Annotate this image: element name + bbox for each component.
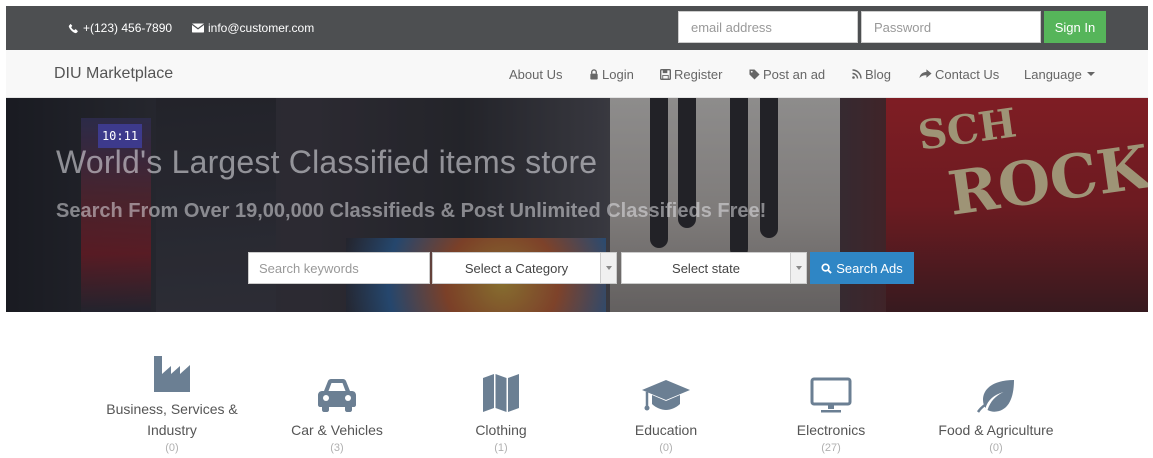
- category-count: (1): [494, 442, 508, 454]
- nav-language-label: Language: [1024, 66, 1082, 82]
- share-arrow-icon: [919, 69, 932, 79]
- nav-register-label: Register: [674, 66, 723, 82]
- nav-contact-us[interactable]: Contact Us: [919, 50, 999, 98]
- graduation-cap-icon: [642, 380, 690, 411]
- map-icon: [483, 374, 519, 412]
- category-name: Business, Services & Industry: [106, 401, 238, 438]
- search-ads-label: Search Ads: [836, 260, 903, 276]
- lock-icon: [590, 68, 598, 80]
- nav-register[interactable]: Register: [660, 50, 722, 98]
- tag-icon: [749, 68, 760, 80]
- rss-icon: [852, 69, 862, 79]
- category-count: (3): [330, 442, 344, 454]
- category-count: (0): [659, 442, 673, 454]
- factory-icon: [154, 356, 190, 392]
- monitor-icon: [810, 377, 852, 413]
- hero-title: World's Largest Classified items store: [56, 144, 598, 180]
- nav-post-ad-label: Post an ad: [763, 66, 826, 82]
- category-name: Electronics: [796, 422, 866, 438]
- category-count: (0): [989, 442, 1003, 454]
- state-select-value: Select state: [672, 260, 740, 276]
- search-keywords-input[interactable]: [248, 252, 430, 284]
- envelope-icon: [192, 23, 204, 33]
- hero-subtitle: Search From Over 19,00,000 Classifieds &…: [56, 200, 767, 222]
- caret-down-icon: [1086, 72, 1095, 76]
- category-count: (27): [821, 442, 841, 454]
- nav-blog-label: Blog: [865, 66, 892, 82]
- category-food-agriculture[interactable]: Food & Agriculture (0): [921, 346, 1071, 454]
- floppy-disk-icon: [660, 68, 671, 80]
- phone-contact[interactable]: +(123) 456-7890: [68, 6, 172, 50]
- search-ads-button[interactable]: Search Ads: [810, 252, 914, 284]
- category-name: Food & Agriculture: [938, 422, 1054, 438]
- main-navbar: DIU Marketplace About Us Login Register …: [6, 50, 1148, 98]
- leaf-icon: [976, 380, 1014, 413]
- car-icon: [318, 379, 356, 412]
- category-car-vehicles[interactable]: Car & Vehicles (3): [262, 346, 412, 454]
- nav-login[interactable]: Login: [589, 50, 634, 98]
- nav-post-ad[interactable]: Post an ad: [749, 50, 825, 98]
- category-electronics[interactable]: Electronics (27): [756, 346, 906, 454]
- nav-about-us[interactable]: About Us: [509, 50, 562, 98]
- login-password-input[interactable]: [861, 11, 1041, 43]
- phone-number: +(123) 456-7890: [83, 21, 173, 35]
- phone-icon: [68, 23, 78, 33]
- chevron-down-icon: [600, 253, 616, 283]
- category-name: Education: [634, 422, 698, 438]
- category-clothing[interactable]: Clothing (1): [426, 346, 576, 454]
- nav-login-label: Login: [602, 66, 634, 82]
- search-icon: [821, 262, 832, 274]
- chevron-down-icon: [790, 253, 806, 283]
- category-select-value: Select a Category: [464, 260, 569, 276]
- state-select[interactable]: Select state: [621, 252, 807, 284]
- brand-logo[interactable]: DIU Marketplace: [54, 50, 173, 98]
- top-bar: +(123) 456-7890 info@customer.com Sign I…: [6, 6, 1148, 50]
- category-business[interactable]: Business, Services & Industry (0): [97, 346, 247, 454]
- email-address: info@customer.com: [208, 21, 315, 35]
- login-email-input[interactable]: [678, 11, 858, 43]
- category-name: Clothing: [475, 422, 527, 438]
- nav-blog[interactable]: Blog: [852, 50, 891, 98]
- category-name: Car & Vehicles: [291, 422, 383, 438]
- nav-about-us-label: About Us: [509, 66, 563, 82]
- category-count: (0): [165, 442, 179, 454]
- email-contact[interactable]: info@customer.com: [192, 6, 314, 50]
- nav-contact-us-label: Contact Us: [935, 66, 1000, 82]
- category-select[interactable]: Select a Category: [432, 252, 617, 284]
- nav-language-dropdown[interactable]: Language: [1024, 50, 1095, 98]
- sign-in-button[interactable]: Sign In: [1044, 11, 1106, 43]
- category-education[interactable]: Education (0): [591, 346, 741, 454]
